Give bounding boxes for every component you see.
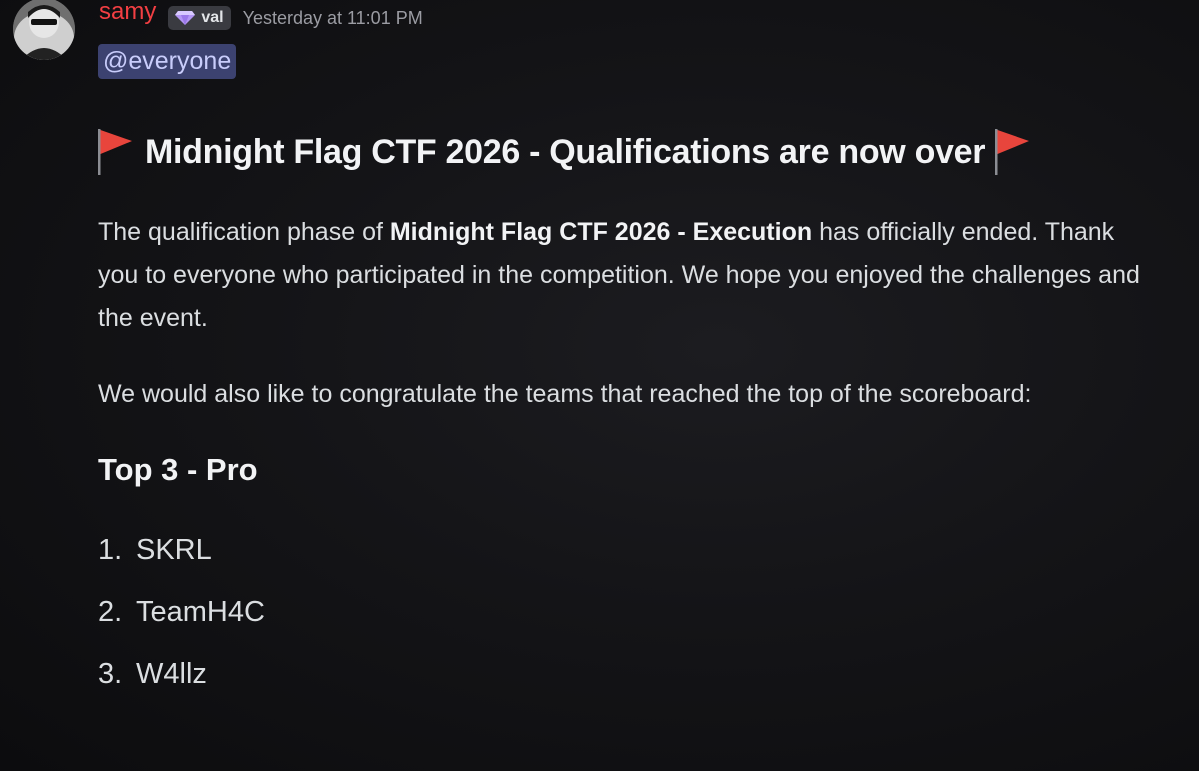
event-name: Midnight Flag CTF 2026 - Execution <box>389 218 813 246</box>
role-label: val <box>201 9 224 26</box>
message-header: samy val Yesterday at 11:01 PM <box>99 0 423 36</box>
avatar-image <box>13 0 75 60</box>
rank-number: 1. <box>98 534 123 566</box>
red-flag-icon <box>995 129 1030 175</box>
congrats-paragraph: We would also like to congratulate the t… <box>98 380 1032 408</box>
list-item: 2. TeamH4C <box>98 590 265 652</box>
rank-number: 2. <box>98 596 123 628</box>
team-list: 1. SKRL 2. TeamH4C 3. W4llz <box>98 528 265 714</box>
team-name: W4llz <box>136 658 207 690</box>
timestamp[interactable]: Yesterday at 11:01 PM <box>243 8 423 29</box>
chat-message: samy val Yesterday at 11:01 PM @everyone… <box>0 0 1199 771</box>
role-tag[interactable]: val <box>168 6 231 30</box>
team-name: SKRL <box>136 534 212 566</box>
team-name: TeamH4C <box>136 596 265 628</box>
list-item: 1. SKRL <box>98 528 265 590</box>
headline-text: Midnight Flag CTF 2026 - Qualifications … <box>145 132 986 171</box>
everyone-mention[interactable]: @everyone <box>98 44 237 79</box>
headline: Midnight Flag CTF 2026 - Qualifications … <box>96 126 1033 178</box>
intro-text-before: The qualification phase of <box>98 218 390 246</box>
rank-number: 3. <box>98 658 123 690</box>
intro-paragraph: The qualification phase of Midnight Flag… <box>98 211 1158 340</box>
avatar[interactable] <box>13 0 75 60</box>
red-flag-icon <box>98 129 132 175</box>
section-title: Top 3 - Pro <box>98 452 258 487</box>
gem-icon <box>175 11 196 25</box>
username[interactable]: samy <box>99 0 156 26</box>
list-item: 3. W4llz <box>98 652 265 714</box>
